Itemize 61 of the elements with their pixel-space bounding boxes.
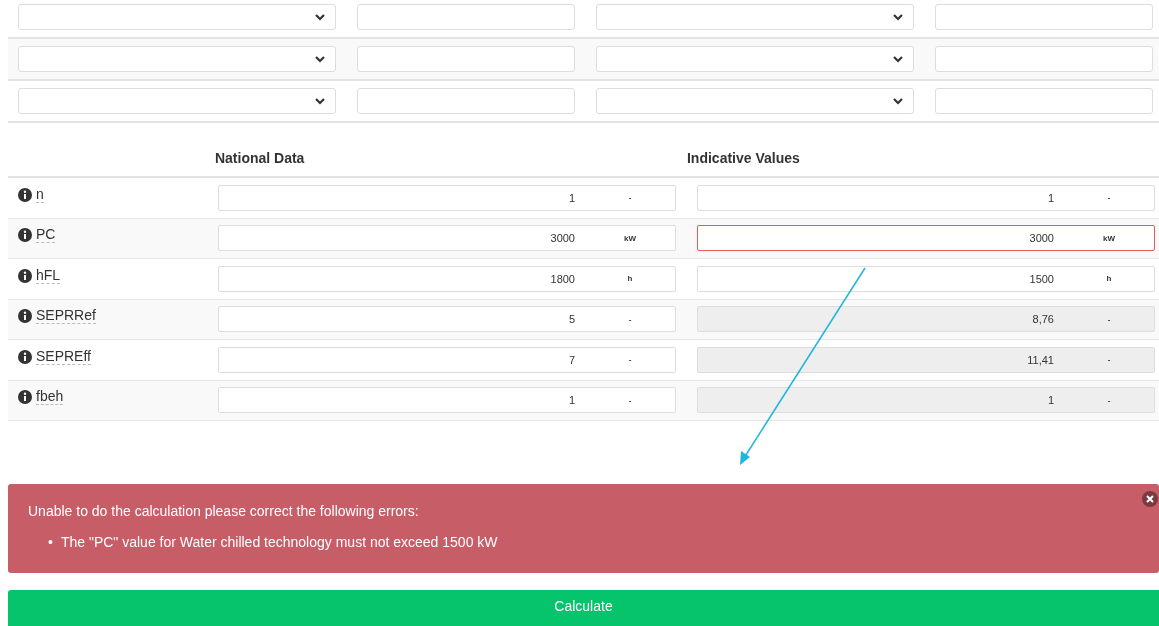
unit-label: - xyxy=(1106,395,1112,405)
number-field[interactable]: 7 - xyxy=(218,346,676,373)
unit-label: - xyxy=(1106,314,1112,324)
info-icon[interactable] xyxy=(18,309,32,324)
input-field[interactable] xyxy=(935,88,1153,114)
number-field[interactable]: 3000 kW xyxy=(218,225,676,252)
dropdown[interactable] xyxy=(18,46,336,72)
alert-message: Unable to do the calculation please correct the following errors: xyxy=(28,503,420,519)
parameter-label: SEPREff xyxy=(36,348,91,365)
input-field[interactable] xyxy=(357,4,575,30)
chevron-down-icon xyxy=(315,97,325,105)
unit-label: - xyxy=(627,355,633,365)
error-item: The "PC" value for Water chilled technology must not exceed 1500 kW xyxy=(60,533,498,551)
info-icon[interactable] xyxy=(18,268,32,283)
unit-label: kW xyxy=(623,233,637,243)
parameter-label: PC xyxy=(36,227,56,244)
unit-label: kW xyxy=(1102,233,1116,243)
unit-label: - xyxy=(1106,193,1112,203)
parameter-label: hFL xyxy=(36,267,61,284)
number-field[interactable]: 1 - xyxy=(218,387,676,414)
dropdown[interactable] xyxy=(596,88,914,114)
input-field[interactable] xyxy=(935,4,1153,30)
close-button[interactable] xyxy=(1142,491,1158,507)
dropdown[interactable] xyxy=(596,46,914,72)
close-icon xyxy=(1146,495,1154,503)
unit-label: - xyxy=(627,314,633,324)
input-field[interactable] xyxy=(357,88,575,114)
input-field[interactable] xyxy=(357,46,575,72)
chevron-down-icon xyxy=(315,55,325,63)
info-icon[interactable] xyxy=(18,349,32,364)
number-field[interactable]: 11,41 - xyxy=(697,346,1155,373)
bullet: • xyxy=(48,533,53,551)
unit-label: - xyxy=(1106,355,1112,365)
parameter-label: SEPRRef xyxy=(36,308,96,325)
number-field[interactable]: 1500 h xyxy=(697,265,1155,292)
number-field[interactable]: 3000 kW xyxy=(697,225,1155,252)
number-field[interactable]: 1 - xyxy=(218,184,676,211)
dropdown[interactable] xyxy=(596,4,914,30)
column-header: National Data xyxy=(214,150,305,166)
number-field[interactable]: 1800 h xyxy=(218,265,676,292)
unit-label: - xyxy=(627,193,633,203)
info-icon[interactable] xyxy=(18,228,32,243)
info-icon[interactable] xyxy=(18,187,32,202)
chevron-down-icon xyxy=(893,55,903,63)
chevron-down-icon xyxy=(893,13,903,21)
info-icon[interactable] xyxy=(18,390,32,405)
number-field[interactable]: 5 - xyxy=(218,306,676,333)
unit-label: h xyxy=(626,274,634,284)
parameter-label: fbeh xyxy=(36,389,64,406)
dropdown[interactable] xyxy=(18,4,336,30)
number-field[interactable]: 1 - xyxy=(697,184,1155,211)
number-field[interactable]: 8,76 - xyxy=(697,306,1155,333)
column-header: Indicative Values xyxy=(686,150,800,166)
chevron-down-icon xyxy=(893,97,903,105)
number-field[interactable]: 1 - xyxy=(697,387,1155,414)
unit-label: - xyxy=(627,395,633,405)
input-field[interactable] xyxy=(935,46,1153,72)
chevron-down-icon xyxy=(315,13,325,21)
unit-label: h xyxy=(1105,274,1113,284)
dropdown[interactable] xyxy=(18,88,336,114)
parameter-label: n xyxy=(36,186,44,203)
